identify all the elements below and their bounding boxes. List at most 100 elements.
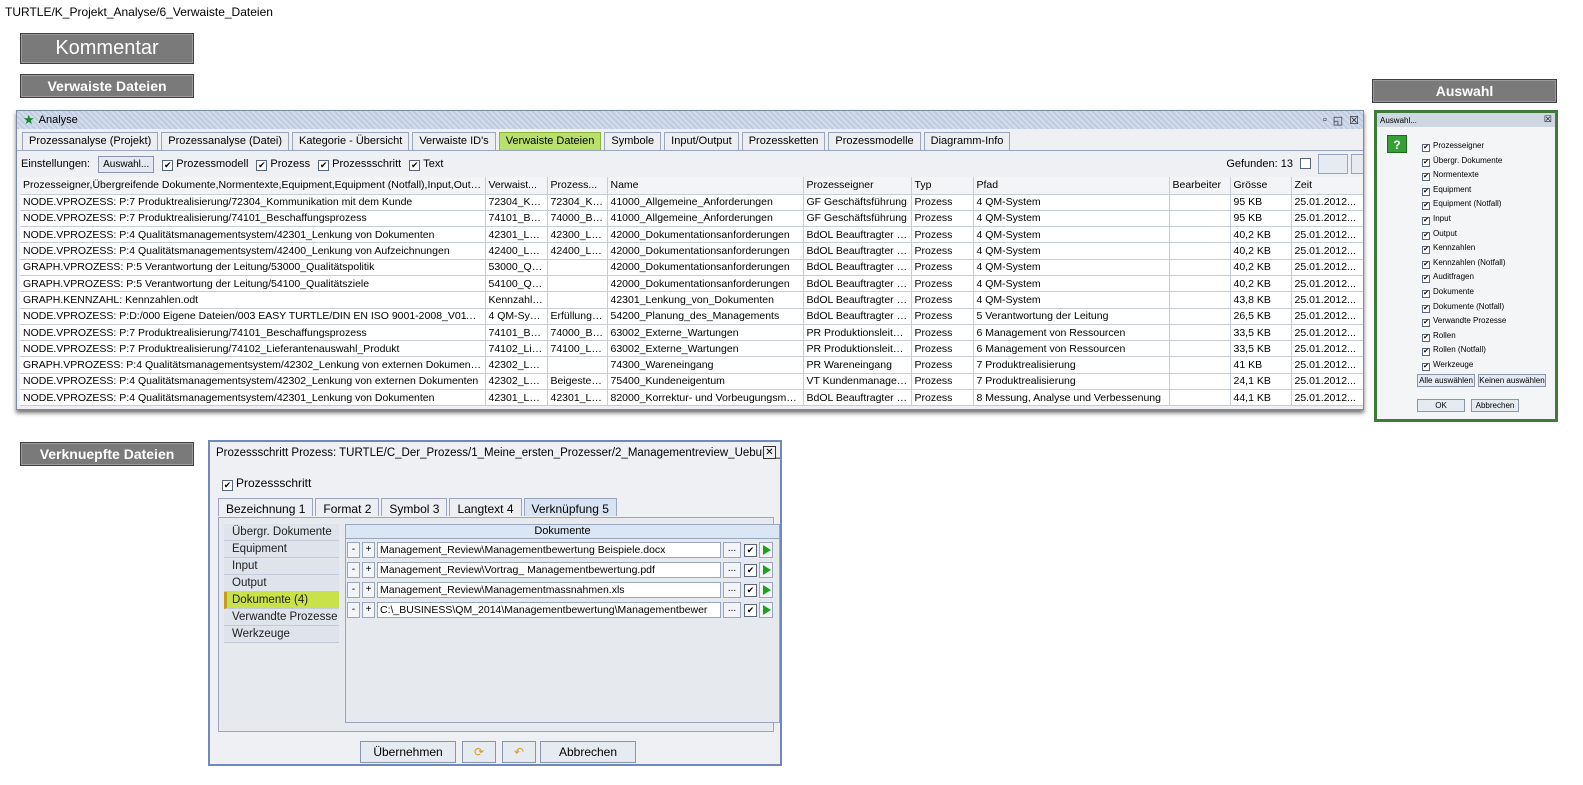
option-item[interactable]: ✔ Auditfragen <box>1422 272 1506 287</box>
tab-symbol[interactable]: Symbol 3 <box>381 498 448 516</box>
column-header[interactable]: Grösse <box>1230 177 1292 195</box>
checkbox-checked[interactable]: ✔ <box>162 159 174 171</box>
maximize-icon[interactable]: ◱ <box>1333 114 1343 127</box>
table-row[interactable]: NODE.VPROZESS: P:4 Qualitätsmanagementsy… <box>20 389 1363 407</box>
tab-prozessketten[interactable]: Prozessketten <box>741 132 826 150</box>
column-header[interactable]: Zeit <box>1291 177 1363 195</box>
option-item[interactable]: ✔ Output <box>1422 229 1506 244</box>
option-item[interactable]: ✔ Kennzahlen (Notfall) <box>1422 258 1506 273</box>
column-header[interactable]: Prozess... <box>547 177 608 195</box>
checkbox-checked[interactable]: ✔ <box>1422 333 1430 342</box>
close-icon[interactable]: ☒ <box>1349 114 1359 127</box>
option-item[interactable]: ✔ Equipment <box>1422 185 1506 200</box>
prozessschritt-checkbox[interactable]: ✔ Prozessschritt <box>222 476 311 491</box>
checkbox-checked[interactable]: ✔ <box>1422 202 1430 211</box>
document-path[interactable]: Management_Review\Vortrag_ Managementbew… <box>377 562 721 578</box>
nav-item-input[interactable]: Input <box>224 558 339 575</box>
document-path[interactable]: Management_Review\Managementmassnahmen.x… <box>377 582 721 598</box>
browse-button[interactable]: ... <box>723 562 741 578</box>
tab-input-output[interactable]: Input/Output <box>664 132 739 150</box>
option-item[interactable]: ✔ Kennzahlen <box>1422 243 1506 258</box>
tab-prozessanalyse-projekt[interactable]: Prozessanalyse (Projekt) <box>22 132 159 150</box>
auswahl-button[interactable]: Auswahl... <box>98 155 155 173</box>
remove-button[interactable]: - <box>347 582 360 598</box>
checkbox-checked[interactable]: ✔ <box>1422 260 1430 269</box>
check-prozess[interactable]: ✔ Prozess <box>256 158 310 171</box>
check-text[interactable]: ✔ Text <box>409 158 443 171</box>
checkbox-checked[interactable]: ✔ <box>1422 246 1430 255</box>
close-icon[interactable]: ✕ <box>763 446 776 459</box>
checkbox-checked[interactable]: ✔ <box>409 159 421 171</box>
ok-button[interactable]: OK <box>1417 399 1465 412</box>
refresh-icon[interactable]: ⟳ <box>462 741 496 763</box>
tab-format[interactable]: Format 2 <box>315 498 380 516</box>
column-header[interactable]: Name <box>607 177 804 195</box>
remove-button[interactable]: - <box>347 562 360 578</box>
select-all-button[interactable]: Alle auswählen <box>1417 374 1475 387</box>
browse-button[interactable]: ... <box>723 602 741 618</box>
apply-button[interactable]: Übernehmen <box>360 741 456 763</box>
table-row[interactable]: NODE.VPROZESS: P:D:/000 Eigene Dateien/0… <box>20 308 1363 325</box>
tab-verknuepfung[interactable]: Verknüpfung 5 <box>523 498 617 516</box>
tab-prozessmodelle[interactable]: Prozessmodelle <box>828 132 921 150</box>
checkbox-checked[interactable]: ✔ <box>744 563 757 577</box>
select-none-button[interactable]: Keinen auswählen <box>1478 374 1546 387</box>
table-row[interactable]: NODE.VPROZESS: P:7 Produktrealisierung/7… <box>20 194 1363 211</box>
edit-icon[interactable] <box>1318 154 1348 174</box>
checkbox-checked[interactable]: ✔ <box>1422 173 1430 182</box>
checkbox-checked[interactable]: ✔ <box>1422 362 1430 371</box>
checkbox-checked[interactable]: ✔ <box>1422 275 1430 284</box>
option-item[interactable]: ✔ Equipment (Notfall) <box>1422 199 1506 214</box>
table-row[interactable]: NODE.VPROZESS: P:4 Qualitätsmanagementsy… <box>20 373 1363 391</box>
option-item[interactable]: ✔ Dokumente (Notfall) <box>1422 302 1506 317</box>
checkbox-checked[interactable]: ✔ <box>318 159 330 171</box>
add-button[interactable]: + <box>362 562 375 578</box>
column-header[interactable]: Pfad <box>973 177 1170 195</box>
column-header[interactable]: Prozesseigner,Übergreifende Dokumente,No… <box>20 177 486 195</box>
option-item[interactable]: ✔ Übergr. Dokumente <box>1422 156 1506 171</box>
nav-item-verwandte-prozesse[interactable]: Verwandte Prozesse <box>224 609 339 626</box>
open-document-icon[interactable] <box>759 542 773 558</box>
tab-kategorie-uebersicht[interactable]: Kategorie - Übersicht <box>292 132 410 150</box>
tab-bezeichnung[interactable]: Bezeichnung 1 <box>218 498 314 516</box>
option-item[interactable]: ✔ Rollen <box>1422 331 1506 346</box>
checkbox-checked[interactable]: ✔ <box>1422 231 1430 240</box>
cancel-button[interactable]: Abbrechen <box>540 741 636 763</box>
open-document-icon[interactable] <box>759 582 773 598</box>
tab-diagramm-info[interactable]: Diagramm-Info <box>923 132 1011 150</box>
table-row[interactable]: GRAPH.VPROZESS: P:5 Verantwortung der Le… <box>20 275 1363 293</box>
checkbox-checked[interactable]: ✔ <box>1422 319 1430 328</box>
minimize-icon[interactable]: ▫ <box>1323 114 1327 127</box>
nav-item-output[interactable]: Output <box>224 575 339 592</box>
column-header[interactable]: Verwaist... <box>485 177 548 195</box>
table-row[interactable]: NODE.VPROZESS: P:7 Produktrealisierung/7… <box>20 340 1363 358</box>
nav-item-uebergr-dokumente[interactable]: Übergr. Dokumente <box>224 524 339 541</box>
remove-button[interactable]: - <box>347 602 360 618</box>
nav-item-dokumente[interactable]: Dokumente (4) <box>224 592 339 609</box>
export-icon[interactable] <box>1351 154 1363 174</box>
open-document-icon[interactable] <box>759 562 773 578</box>
checkbox-checked[interactable]: ✔ <box>1422 289 1430 298</box>
kommentar-button[interactable]: Kommentar <box>20 33 194 64</box>
document-path[interactable]: C:\_BUSINESS\QM_2014\Managementbewertung… <box>377 602 721 618</box>
checkbox-checked[interactable]: ✔ <box>1422 348 1430 357</box>
browse-button[interactable]: ... <box>723 582 741 598</box>
found-checkbox[interactable] <box>1300 158 1311 169</box>
add-button[interactable]: + <box>362 582 375 598</box>
option-item[interactable]: ✔ Normentexte <box>1422 170 1506 185</box>
tab-symbole[interactable]: Symbole <box>604 132 662 150</box>
tab-prozessanalyse-datei[interactable]: Prozessanalyse (Datei) <box>161 132 289 150</box>
checkbox-checked[interactable]: ✔ <box>1422 144 1430 152</box>
table-row[interactable]: GRAPH.VPROZESS: P:4 Qualitätsmanagements… <box>20 356 1363 374</box>
nav-item-werkzeuge[interactable]: Werkzeuge <box>224 626 339 643</box>
option-item[interactable]: ✔ Verwandte Prozesse <box>1422 316 1506 331</box>
tab-verwaiste-dateien[interactable]: Verwaiste Dateien <box>498 132 602 150</box>
checkbox-checked[interactable]: ✔ <box>256 159 268 171</box>
checkbox-checked[interactable]: ✔ <box>744 583 757 597</box>
check-prozessschritt[interactable]: ✔ Prozessschritt <box>318 158 401 171</box>
help-icon[interactable]: ? <box>1387 135 1407 153</box>
option-item[interactable]: ✔ Werkzeuge <box>1422 360 1506 375</box>
browse-button[interactable]: ... <box>723 542 741 558</box>
cancel-button[interactable]: Abbrechen <box>1471 399 1519 412</box>
remove-button[interactable]: - <box>347 542 360 558</box>
